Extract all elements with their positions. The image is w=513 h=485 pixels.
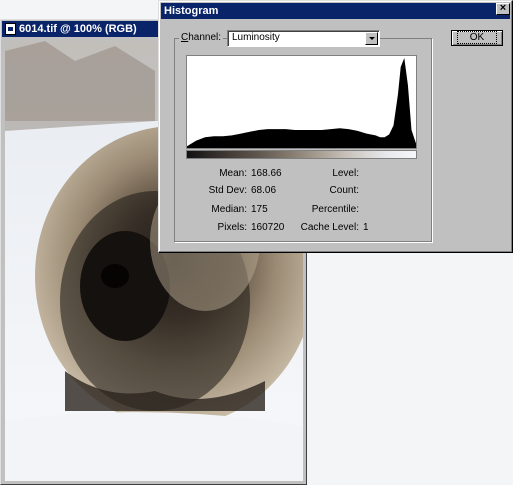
- dialog-title-bar[interactable]: Histogram: [161, 3, 510, 19]
- chevron-down-icon[interactable]: [365, 32, 378, 45]
- ok-button-label: OK: [456, 31, 498, 44]
- stat-std-dev-value: 68.06: [251, 185, 277, 196]
- channel-select[interactable]: Luminosity: [227, 30, 380, 47]
- stat-cache-level-label: Cache Level:: [300, 222, 359, 233]
- stat-pixels-value: 160720: [251, 222, 285, 233]
- stat-pixels-label: Pixels:: [217, 222, 247, 233]
- ok-button[interactable]: OK: [451, 30, 503, 46]
- close-button[interactable]: ×: [496, 3, 510, 15]
- dialog-title: Histogram: [164, 5, 219, 17]
- stat-std-dev-label: Std Dev:: [208, 185, 247, 196]
- document-icon: [5, 23, 16, 35]
- channel-select-value: Luminosity: [232, 32, 280, 43]
- histogram-area: [187, 58, 416, 148]
- stat-mean-value: 168.66: [251, 168, 282, 179]
- document-title: 6014.tif @ 100% (RGB): [19, 23, 137, 35]
- stat-cache-level-value: 1: [363, 222, 369, 233]
- histogram-plot[interactable]: [186, 55, 417, 149]
- close-icon: ×: [499, 2, 507, 14]
- stat-mean-label: Mean:: [219, 168, 247, 179]
- histogram-dialog: Histogram × Channel: Luminosity Mean: 16…: [158, 0, 513, 253]
- stat-median-value: 175: [251, 204, 268, 215]
- channel-label: Channel:: [179, 32, 224, 43]
- histogram-chart: [187, 58, 416, 148]
- stat-median-label: Median:: [211, 204, 247, 215]
- luminosity-gradient-bar: [186, 150, 417, 159]
- stat-level-label: Level:: [332, 168, 359, 179]
- stat-count-label: Count:: [329, 185, 359, 196]
- stat-percentile-label: Percentile:: [311, 204, 359, 215]
